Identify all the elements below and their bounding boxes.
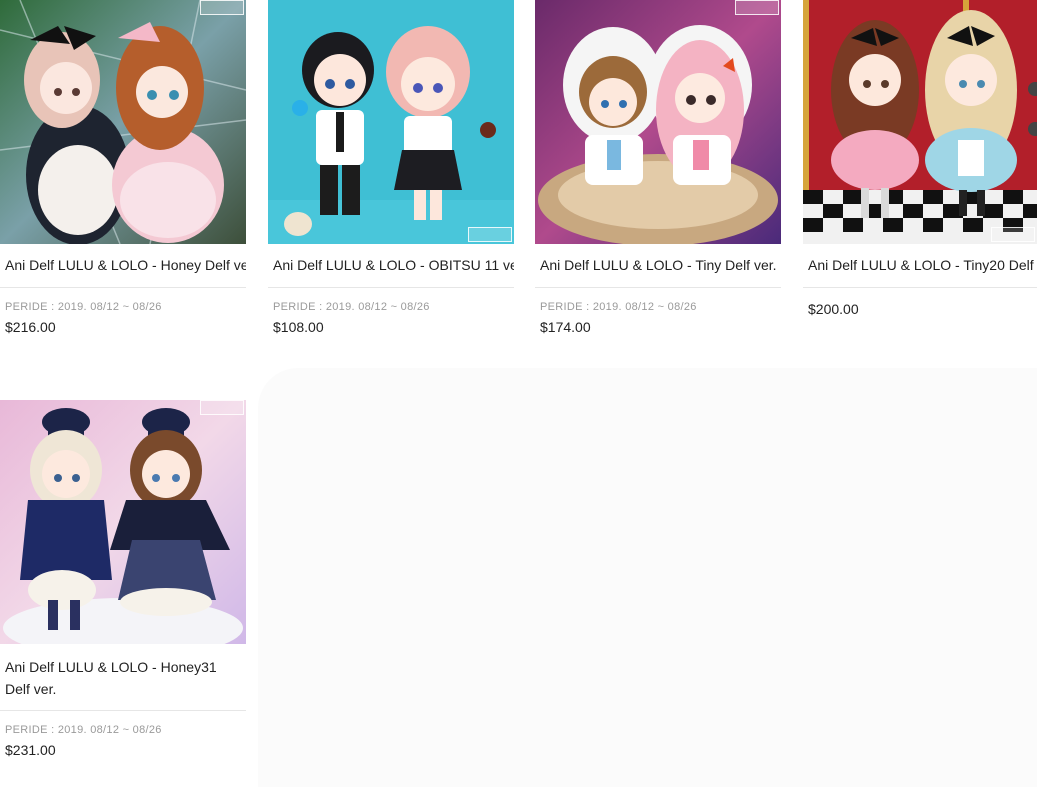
watermark-logo	[200, 0, 244, 15]
product-name[interactable]: Ani Delf LULU & LOLO - Honey Delf ver.	[0, 244, 246, 288]
product-period: PERIDE : 2019. 08/12 ~ 08/26	[5, 301, 162, 313]
product-period: PERIDE : 2019. 08/12 ~ 08/26	[540, 301, 697, 313]
empty-grid-area	[258, 368, 1037, 787]
product-image-honey-delf	[0, 0, 246, 244]
watermark-logo	[468, 227, 512, 242]
product-price: $200.00	[808, 301, 859, 317]
product-price: $174.00	[540, 319, 591, 335]
watermark-logo	[200, 400, 244, 415]
product-image-tiny20-delf	[803, 0, 1037, 244]
product-name[interactable]: Ani Delf LULU & LOLO - Tiny20 Delf ver.	[803, 244, 1037, 288]
product-price: $216.00	[5, 319, 56, 335]
product-thumbnail[interactable]	[0, 400, 246, 644]
product-card[interactable]: Ani Delf LULU & LOLO - OBITSU 11 ver. PE…	[268, 0, 514, 335]
product-name[interactable]: Ani Delf LULU & LOLO - Tiny Delf ver.	[535, 244, 781, 288]
product-thumbnail[interactable]	[268, 0, 514, 244]
product-thumbnail[interactable]	[803, 0, 1037, 244]
watermark-logo	[991, 227, 1035, 242]
watermark-logo	[735, 0, 779, 15]
product-name[interactable]: Ani Delf LULU & LOLO - OBITSU 11 ver.	[268, 244, 514, 288]
product-card[interactable]: Ani Delf LULU & LOLO - Tiny20 Delf ver. …	[803, 0, 1037, 317]
product-card[interactable]: Ani Delf LULU & LOLO - Honey Delf ver. P…	[0, 0, 246, 335]
product-image-tiny-delf	[535, 0, 781, 244]
product-thumbnail[interactable]	[535, 0, 781, 244]
product-grid: Ani Delf LULU & LOLO - Honey Delf ver. P…	[0, 0, 1037, 787]
carousel-next-indicator[interactable]	[1028, 82, 1037, 96]
product-image-honey31-delf	[0, 400, 246, 644]
product-thumbnail[interactable]	[0, 0, 246, 244]
product-price: $231.00	[5, 742, 56, 758]
product-image-obitsu-11	[268, 0, 514, 244]
carousel-prev-indicator[interactable]	[1028, 122, 1037, 136]
product-card[interactable]: Ani Delf LULU & LOLO - Honey31 Delf ver.…	[0, 400, 246, 758]
product-price: $108.00	[273, 319, 324, 335]
product-period: PERIDE : 2019. 08/12 ~ 08/26	[273, 301, 430, 313]
product-name[interactable]: Ani Delf LULU & LOLO - Honey31 Delf ver.	[0, 644, 246, 711]
product-period: PERIDE : 2019. 08/12 ~ 08/26	[5, 724, 162, 736]
product-card[interactable]: Ani Delf LULU & LOLO - Tiny Delf ver. PE…	[535, 0, 781, 335]
